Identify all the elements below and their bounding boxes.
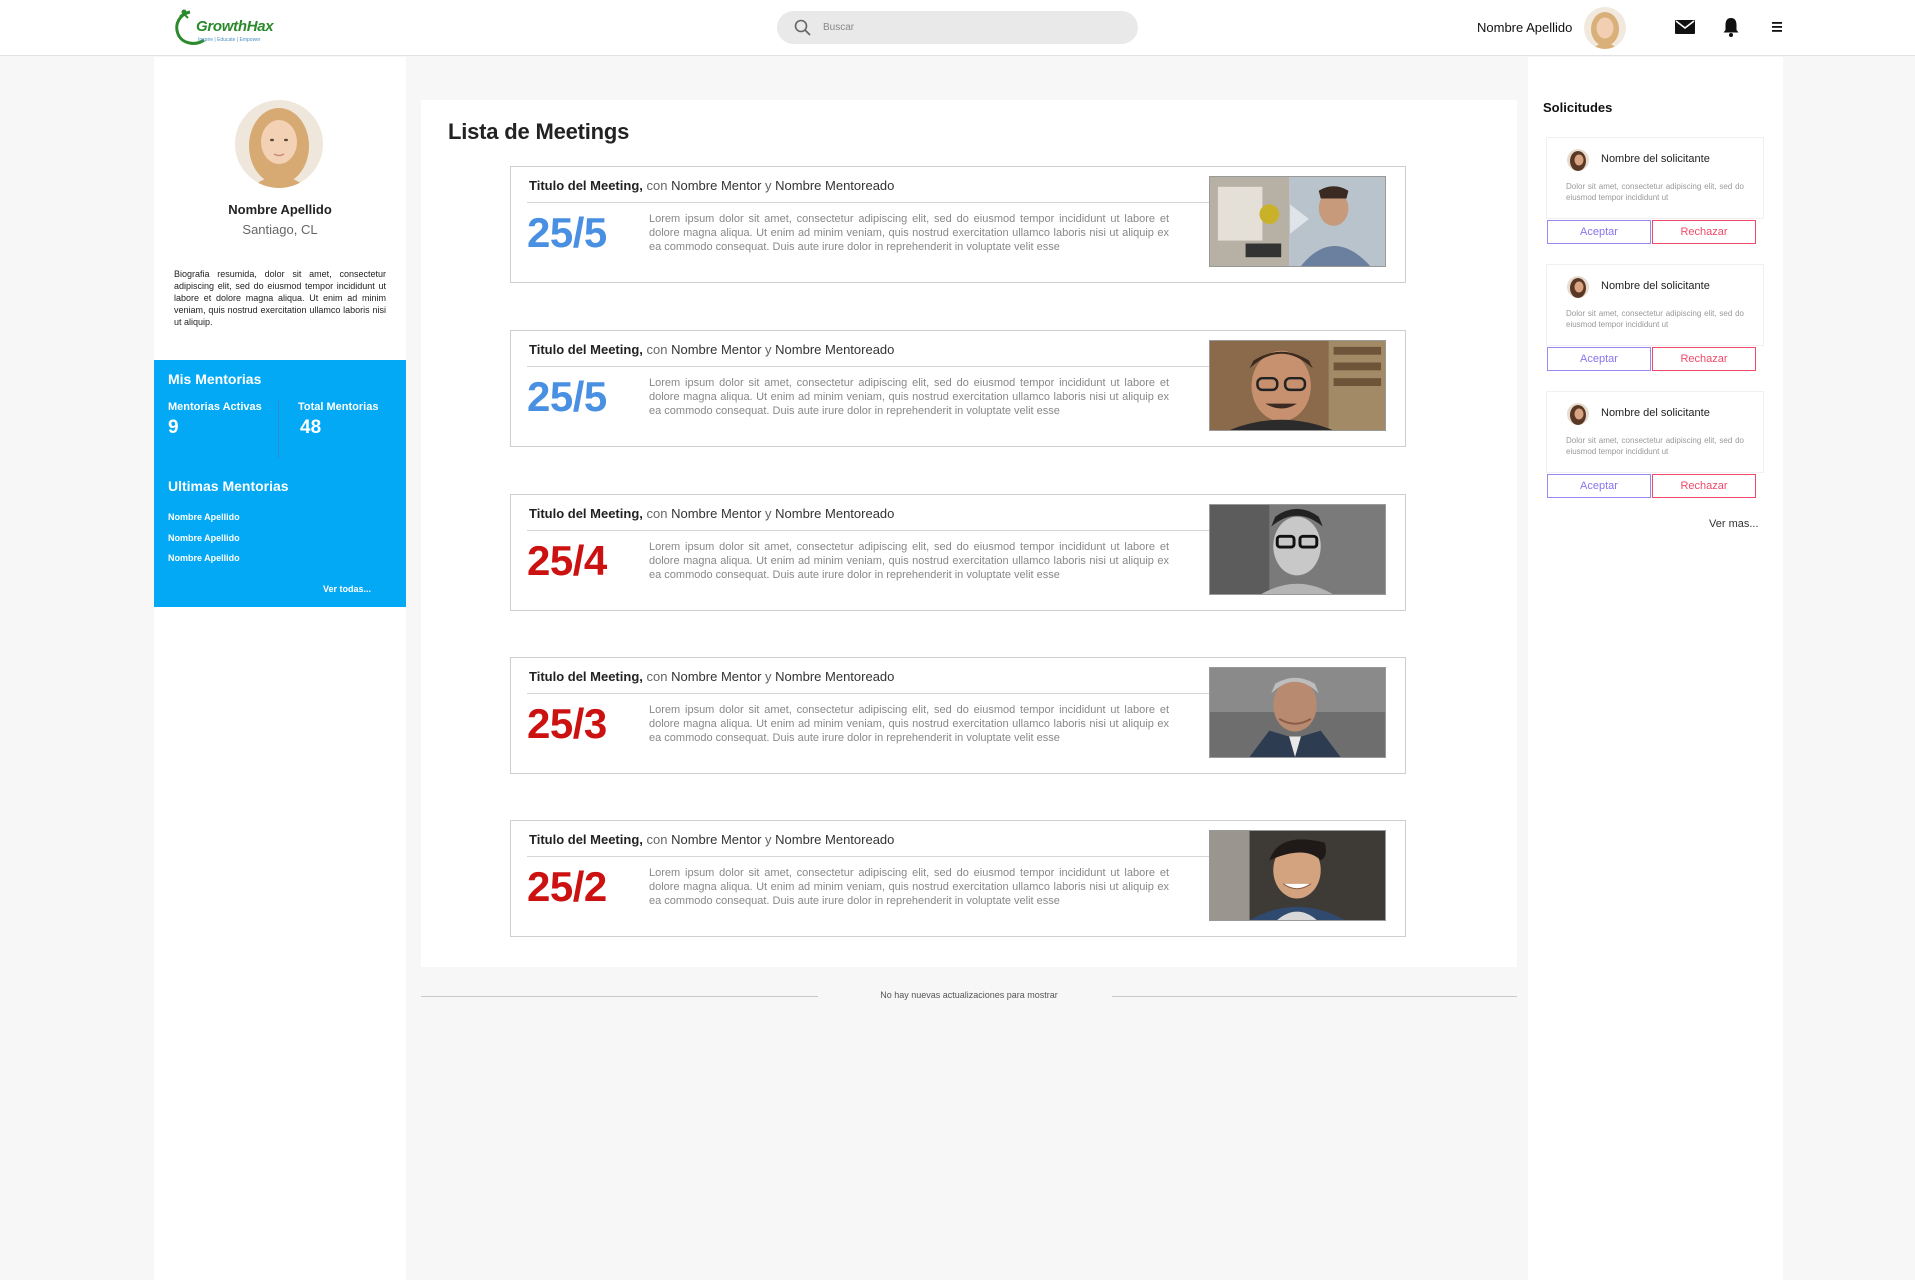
meeting-date: 25/4 <box>527 537 607 584</box>
meeting-date: 25/2 <box>527 863 607 910</box>
logo-tagline: Inspire | Educate | Empower <box>198 37 261 43</box>
reject-button[interactable]: Rechazar <box>1652 220 1756 244</box>
meeting-description: Lorem ipsum dolor sit amet, consectetur … <box>649 213 1169 253</box>
header-user-name[interactable]: Nombre Apellido <box>1477 20 1572 35</box>
meeting-title: Titulo del Meeting, con Nombre Mentor y … <box>529 178 895 193</box>
latest-mentoria-item[interactable]: Nombre Apellido <box>168 553 240 563</box>
search-icon[interactable] <box>794 19 812 37</box>
see-more-requests-link[interactable]: Ver mas... <box>1709 518 1759 530</box>
request-card: Nombre del solicitante Dolor sit amet, c… <box>1546 137 1764 248</box>
active-mentorias-value: 9 <box>168 417 179 438</box>
latest-mentorias-title: Ultimas Mentorias <box>168 478 289 494</box>
title-divider <box>527 202 1209 203</box>
active-mentorias-label: Mentorias Activas <box>168 401 262 413</box>
no-updates-message: No hay nuevas actualizaciones para mostr… <box>880 990 1058 1000</box>
meeting-description: Lorem ipsum dolor sit amet, consectetur … <box>649 867 1169 907</box>
mentorias-panel: Mis Mentorias Mentorias Activas 9 Total … <box>154 360 406 607</box>
meeting-video-thumbnail[interactable] <box>1209 830 1386 921</box>
requester-avatar[interactable] <box>1567 149 1589 171</box>
see-all-mentorias-link[interactable]: Ver todas... <box>323 584 371 594</box>
separator-line-right <box>1112 996 1517 997</box>
request-message: Dolor sit amet, consectetur adipiscing e… <box>1566 182 1744 202</box>
meeting-card[interactable]: Titulo del Meeting, con Nombre Mentor y … <box>510 494 1406 611</box>
meeting-date: 25/3 <box>527 700 607 747</box>
mentorias-title: Mis Mentorias <box>168 371 262 387</box>
profile-bio: Biografia resumida, dolor sit amet, cons… <box>174 269 386 327</box>
meeting-video-thumbnail[interactable] <box>1209 340 1386 431</box>
meeting-description: Lorem ipsum dolor sit amet, consectetur … <box>649 704 1169 744</box>
profile-sidebar: Nombre Apellido Santiago, CL Biografia r… <box>154 57 406 1280</box>
hamburger-menu-icon[interactable] <box>1765 15 1789 39</box>
requester-name[interactable]: Nombre del solicitante <box>1601 153 1710 165</box>
requester-name[interactable]: Nombre del solicitante <box>1601 407 1710 419</box>
request-card: Nombre del solicitante Dolor sit amet, c… <box>1546 264 1764 375</box>
meeting-video-thumbnail[interactable] <box>1209 176 1386 267</box>
accept-button[interactable]: Aceptar <box>1547 347 1651 371</box>
page-title: Lista de Meetings <box>448 119 630 144</box>
profile-location: Santiago, CL <box>242 222 318 237</box>
no-updates-separator: No hay nuevas actualizaciones para mostr… <box>421 990 1517 1004</box>
requests-title: Solicitudes <box>1543 100 1613 115</box>
request-message: Dolor sit amet, consectetur adipiscing e… <box>1566 309 1744 329</box>
meetings-panel: Lista de Meetings Titulo del Meeting, co… <box>421 100 1517 967</box>
latest-mentoria-item[interactable]: Nombre Apellido <box>168 512 240 522</box>
profile-name: Nombre Apellido <box>228 202 332 217</box>
meeting-title: Titulo del Meeting, con Nombre Mentor y … <box>529 506 895 521</box>
meeting-card[interactable]: Titulo del Meeting, con Nombre Mentor y … <box>510 820 1406 937</box>
accept-button[interactable]: Aceptar <box>1547 220 1651 244</box>
meeting-video-thumbnail[interactable] <box>1209 504 1386 595</box>
requester-name[interactable]: Nombre del solicitante <box>1601 280 1710 292</box>
request-message: Dolor sit amet, consectetur adipiscing e… <box>1566 436 1744 456</box>
total-mentorias-value: 48 <box>300 417 322 438</box>
reject-button[interactable]: Rechazar <box>1652 347 1756 371</box>
meeting-video-thumbnail[interactable] <box>1209 667 1386 758</box>
top-navigation-bar: GrowthHax Inspire | Educate | Empower No… <box>0 0 1915 56</box>
meeting-date: 25/5 <box>527 373 607 420</box>
meeting-card[interactable]: Titulo del Meeting, con Nombre Mentor y … <box>510 657 1406 774</box>
header-user-avatar[interactable] <box>1584 7 1626 49</box>
latest-mentoria-item[interactable]: Nombre Apellido <box>168 533 240 543</box>
profile-avatar[interactable] <box>235 100 323 188</box>
title-divider <box>527 693 1209 694</box>
reject-button[interactable]: Rechazar <box>1652 474 1756 498</box>
requester-avatar[interactable] <box>1567 276 1589 298</box>
title-divider <box>527 366 1209 367</box>
meeting-card[interactable]: Titulo del Meeting, con Nombre Mentor y … <box>510 166 1406 283</box>
requests-sidebar: Solicitudes Nombre del solicitante Dolor… <box>1528 57 1783 1280</box>
logo-wordmark: GrowthHax <box>196 18 274 35</box>
meeting-title: Titulo del Meeting, con Nombre Mentor y … <box>529 669 895 684</box>
accept-button[interactable]: Aceptar <box>1547 474 1651 498</box>
meeting-description: Lorem ipsum dolor sit amet, consectetur … <box>649 541 1169 581</box>
meeting-title: Titulo del Meeting, con Nombre Mentor y … <box>529 832 895 847</box>
stats-divider <box>278 400 279 458</box>
title-divider <box>527 530 1209 531</box>
meeting-title: Titulo del Meeting, con Nombre Mentor y … <box>529 342 895 357</box>
title-divider <box>527 856 1209 857</box>
meeting-card[interactable]: Titulo del Meeting, con Nombre Mentor y … <box>510 330 1406 447</box>
bell-icon[interactable] <box>1719 15 1743 39</box>
total-mentorias-label: Total Mentorias <box>298 401 379 413</box>
meeting-description: Lorem ipsum dolor sit amet, consectetur … <box>649 377 1169 417</box>
request-card: Nombre del solicitante Dolor sit amet, c… <box>1546 391 1764 502</box>
meeting-date: 25/5 <box>527 209 607 256</box>
search-bar <box>777 11 1138 44</box>
growthhax-logo[interactable]: GrowthHax Inspire | Educate | Empower <box>170 6 280 50</box>
requester-avatar[interactable] <box>1567 403 1589 425</box>
search-input[interactable] <box>823 11 1123 44</box>
mail-icon[interactable] <box>1673 15 1697 39</box>
